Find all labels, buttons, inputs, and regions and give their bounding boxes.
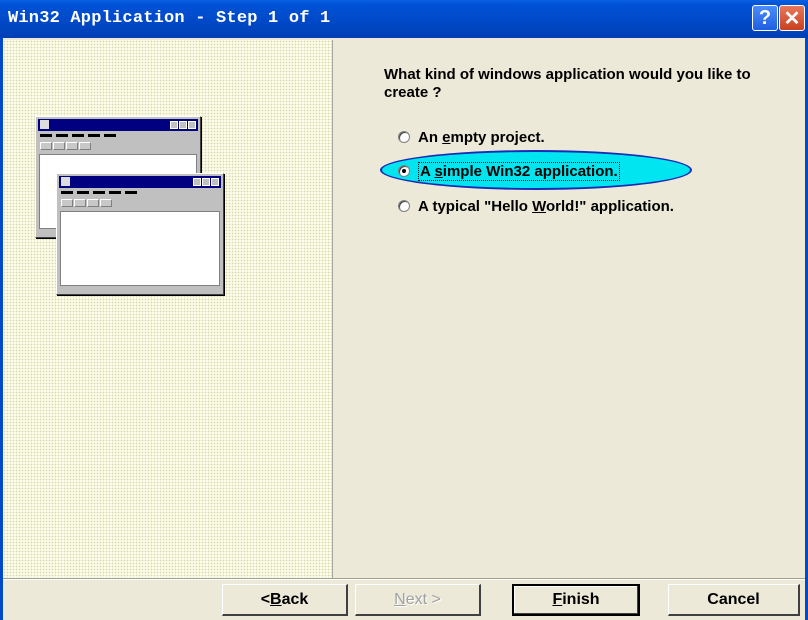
back-button[interactable]: < Back bbox=[222, 584, 348, 616]
option-hello-world[interactable]: A typical "Hello World!" application. bbox=[398, 196, 674, 216]
option-simple-win32[interactable]: A simple Win32 application. bbox=[398, 161, 620, 181]
wizard-question: What kind of windows application would y… bbox=[384, 66, 751, 101]
radio-hello-world[interactable] bbox=[398, 200, 410, 212]
option-empty-project[interactable]: An empty project. bbox=[398, 127, 545, 147]
option-hello-world-label: A typical "Hello World!" application. bbox=[418, 197, 674, 215]
title-bar[interactable]: Win32 Application - Step 1 of 1 ? ✕ bbox=[0, 0, 808, 38]
cancel-button[interactable]: Cancel bbox=[668, 584, 800, 616]
window-title: Win32 Application - Step 1 of 1 bbox=[8, 9, 331, 28]
illustration-panel bbox=[3, 40, 333, 578]
close-icon: ✕ bbox=[783, 7, 801, 30]
help-icon: ? bbox=[758, 6, 772, 29]
radio-empty-project[interactable] bbox=[398, 131, 410, 143]
finish-button[interactable]: Finish bbox=[512, 584, 640, 616]
help-button[interactable]: ? bbox=[752, 5, 778, 31]
option-simple-win32-label: A simple Win32 application. bbox=[418, 161, 620, 181]
option-empty-project-label: An empty project. bbox=[418, 128, 545, 146]
radio-simple-win32[interactable] bbox=[398, 165, 410, 177]
close-button[interactable]: ✕ bbox=[779, 5, 805, 31]
next-button[interactable]: Next > bbox=[355, 584, 481, 616]
window-preview-front-icon bbox=[56, 173, 224, 295]
